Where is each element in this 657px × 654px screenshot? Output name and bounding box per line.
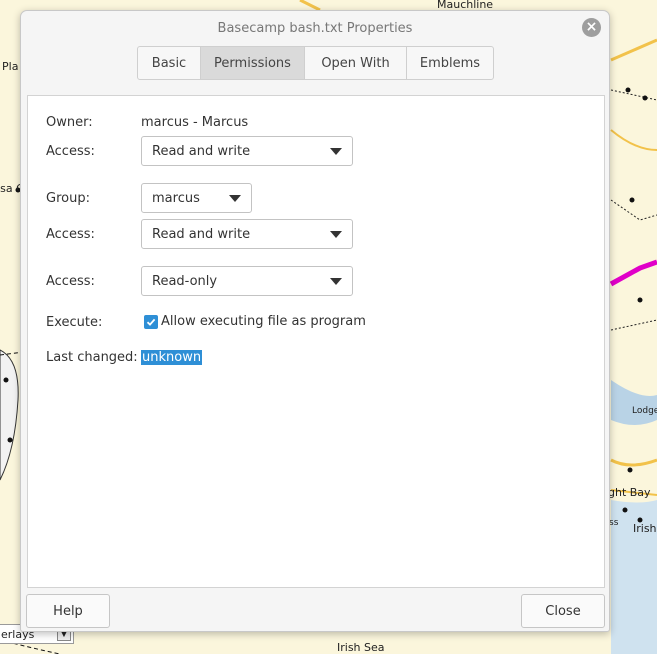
properties-dialog: Basecamp bash.txt Properties × Basic Per… [20, 10, 610, 632]
owner-access-value: Read and write [152, 143, 251, 159]
check-icon [146, 318, 156, 326]
owner-label: Owner: [46, 115, 93, 130]
last-changed-value[interactable]: unknown [141, 350, 203, 365]
chevron-down-icon [330, 231, 342, 238]
map-label-pla: Pla [2, 60, 19, 73]
map-label-irish: Irish [633, 522, 657, 535]
execute-checkbox[interactable] [144, 315, 158, 329]
group-label: Group: [46, 191, 90, 206]
tab-basic[interactable]: Basic [138, 47, 201, 79]
owner-value: marcus - Marcus [141, 115, 249, 130]
group-access-select[interactable]: Read and write [141, 219, 353, 249]
map-label-irish-sea: Irish Sea [337, 641, 385, 654]
window-title: Basecamp bash.txt Properties [217, 20, 413, 36]
group-access-value: Read and write [152, 226, 251, 242]
map-label-lodge: Lodge [632, 406, 657, 416]
close-icon[interactable]: × [582, 18, 601, 37]
chevron-down-icon [229, 195, 241, 202]
chevron-down-icon [330, 278, 342, 285]
group-access-label: Access: [46, 227, 95, 242]
others-access-select[interactable]: Read-only [141, 266, 353, 296]
tab-emblems-label: Emblems [419, 55, 481, 71]
tab-permissions-label: Permissions [214, 55, 291, 71]
title-bar[interactable]: Basecamp bash.txt Properties × [21, 11, 609, 45]
permissions-panel: Owner: marcus - Marcus Access: Read and … [27, 95, 605, 588]
map-label-ss: ss [609, 518, 619, 528]
help-button-label: Help [53, 603, 83, 619]
owner-access-label: Access: [46, 144, 95, 159]
tab-permissions[interactable]: Permissions [201, 47, 305, 79]
tab-open-with[interactable]: Open With [305, 47, 407, 79]
help-button[interactable]: Help [26, 594, 110, 628]
last-changed-label: Last changed: [46, 350, 138, 365]
others-access-value: Read-only [152, 273, 218, 289]
tab-emblems[interactable]: Emblems [407, 47, 493, 79]
chevron-down-icon [330, 148, 342, 155]
execute-label: Execute: [46, 315, 103, 330]
close-button-label: Close [545, 603, 581, 619]
tab-open-with-label: Open With [321, 55, 390, 71]
execute-checkbox-label[interactable]: Allow executing file as program [161, 314, 366, 329]
close-button[interactable]: Close [521, 594, 605, 628]
owner-access-select[interactable]: Read and write [141, 136, 353, 166]
tab-basic-label: Basic [151, 55, 187, 71]
map-label-bay: ght Bay [608, 486, 651, 499]
tab-bar: Basic Permissions Open With Emblems [137, 46, 494, 80]
group-value: marcus [152, 190, 200, 206]
group-select[interactable]: marcus [141, 183, 252, 213]
others-access-label: Access: [46, 274, 95, 289]
